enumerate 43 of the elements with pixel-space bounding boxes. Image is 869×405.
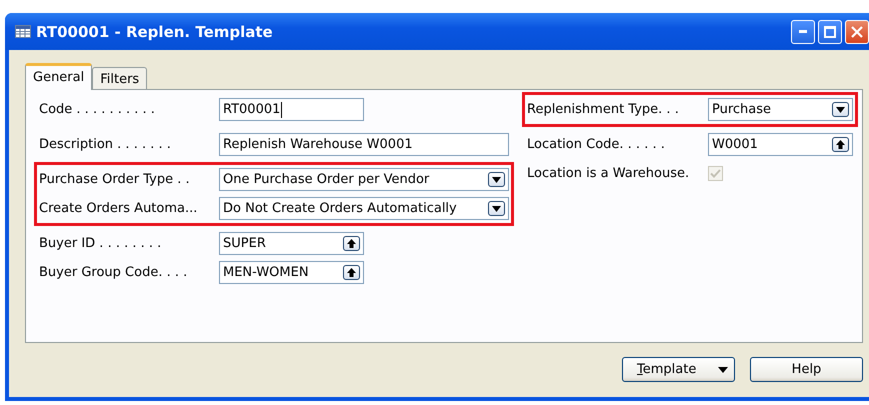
table-icon	[15, 25, 31, 38]
checkmark-icon	[710, 169, 721, 178]
minimize-button[interactable]	[791, 20, 815, 44]
dropdown-button[interactable]	[488, 172, 505, 187]
field-label: Create Orders Automa...	[39, 201, 198, 216]
arrow-up-icon	[347, 268, 356, 277]
input-field[interactable]: Replenish Warehouse W0001	[219, 133, 509, 156]
tab[interactable]: Filters	[92, 67, 148, 89]
lookup-button[interactable]	[832, 137, 849, 152]
tab[interactable]: General	[25, 63, 92, 90]
minimize-icon	[799, 30, 807, 33]
field-label: Description . . . . . . .	[39, 137, 172, 152]
field-label: Purchase Order Type . .	[39, 172, 191, 187]
menu-button[interactable]: Template	[622, 357, 735, 382]
close-button[interactable]	[845, 20, 869, 44]
window-title: RT00001 - Replen. Template	[36, 22, 273, 40]
input-field[interactable]: RT00001	[219, 98, 364, 121]
maximize-icon	[824, 26, 836, 38]
input-field[interactable]: W0001	[708, 133, 853, 156]
caret-down-icon	[718, 366, 728, 372]
push-button[interactable]: Help	[750, 357, 863, 382]
field-label: Location Code. . . . . .	[527, 137, 666, 152]
caret-down-icon	[836, 106, 845, 112]
caret-down-icon	[492, 206, 501, 212]
field-label: Buyer Group Code. . . .	[39, 265, 188, 280]
close-icon	[851, 26, 863, 38]
dropdown-button[interactable]	[832, 102, 849, 117]
caret-down-icon	[492, 176, 501, 182]
dropdown-field[interactable]: Purchase	[708, 98, 853, 121]
input-field[interactable]: MEN-WOMEN	[219, 261, 364, 284]
input-field[interactable]: SUPER	[219, 232, 364, 255]
arrow-up-icon	[836, 140, 845, 149]
field-label: Buyer ID . . . . . . . .	[39, 236, 162, 251]
dropdown-field[interactable]: Do Not Create Orders Automatically	[219, 197, 509, 220]
arrow-up-icon	[347, 239, 356, 248]
lookup-button[interactable]	[343, 236, 360, 251]
dropdown-button[interactable]	[488, 201, 505, 216]
dropdown-field[interactable]: One Purchase Order per Vendor	[219, 168, 509, 191]
field-label: Code . . . . . . . . . .	[39, 102, 156, 117]
maximize-button[interactable]	[818, 20, 842, 44]
field-label: Replenishment Type. . .	[527, 102, 680, 117]
field-label: Location is a Warehouse.	[527, 166, 690, 181]
lookup-button[interactable]	[343, 265, 360, 280]
